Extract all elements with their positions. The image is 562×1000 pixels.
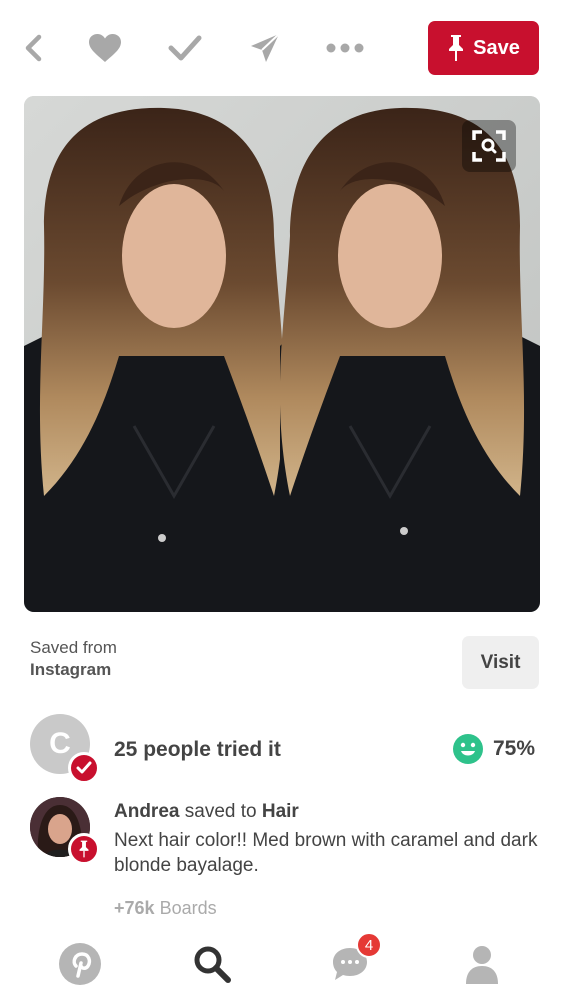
activity-action: saved to — [184, 801, 257, 822]
check-icon — [168, 35, 202, 61]
tried-it-button[interactable] — [165, 28, 205, 68]
nav-home[interactable] — [56, 940, 104, 988]
tried-it-summary[interactable]: C 25 people tried it 75% — [30, 714, 550, 784]
person-icon — [466, 946, 498, 984]
pin-image[interactable] — [24, 96, 540, 612]
paper-plane-icon — [251, 33, 280, 62]
score-percent: 75% — [493, 737, 536, 760]
tried-score: 75% — [453, 734, 535, 764]
check-badge — [68, 752, 100, 784]
activity-headline: Andrea saved to Hair — [114, 801, 299, 823]
chevron-left-icon — [25, 34, 42, 62]
nav-search[interactable] — [188, 940, 236, 988]
tried-count: 25 people tried it — [114, 738, 281, 761]
nav-messages[interactable]: 4 — [326, 932, 382, 988]
pinterest-logo-icon — [59, 943, 101, 985]
bottom-nav: 4 — [0, 928, 562, 1000]
pushpin-icon — [449, 35, 464, 61]
save-label: Save — [473, 36, 520, 59]
pin-description: Next hair color!! Med brown with caramel… — [114, 830, 538, 876]
save-button[interactable]: Save — [428, 21, 539, 75]
boards-label: Boards — [159, 898, 217, 918]
check-icon — [76, 761, 92, 774]
user-name[interactable]: Andrea — [114, 801, 179, 822]
pushpin-icon — [79, 840, 89, 858]
smiley-icon — [453, 734, 483, 764]
notification-badge: 4 — [356, 932, 382, 958]
pin-photo — [24, 96, 540, 612]
more-button[interactable] — [325, 28, 365, 68]
search-icon — [194, 946, 231, 983]
back-button[interactable] — [14, 28, 54, 68]
send-button[interactable] — [245, 28, 285, 68]
visual-search-icon — [472, 130, 506, 162]
source-name[interactable]: Instagram — [30, 659, 117, 681]
boards-count[interactable]: +76k Boards — [114, 898, 217, 919]
more-dots-icon — [326, 43, 364, 53]
heart-icon — [89, 34, 121, 62]
visual-search-button[interactable] — [462, 120, 516, 172]
saved-from-label: Saved from — [30, 638, 117, 657]
pin-badge — [68, 833, 100, 865]
board-name[interactable]: Hair — [262, 801, 299, 822]
boards-number: +76k — [114, 898, 155, 918]
visit-button[interactable]: Visit — [462, 636, 539, 689]
saved-from: Saved from Instagram — [30, 637, 117, 681]
like-button[interactable] — [85, 28, 125, 68]
nav-profile[interactable] — [458, 940, 506, 988]
top-toolbar: Save — [0, 0, 562, 96]
